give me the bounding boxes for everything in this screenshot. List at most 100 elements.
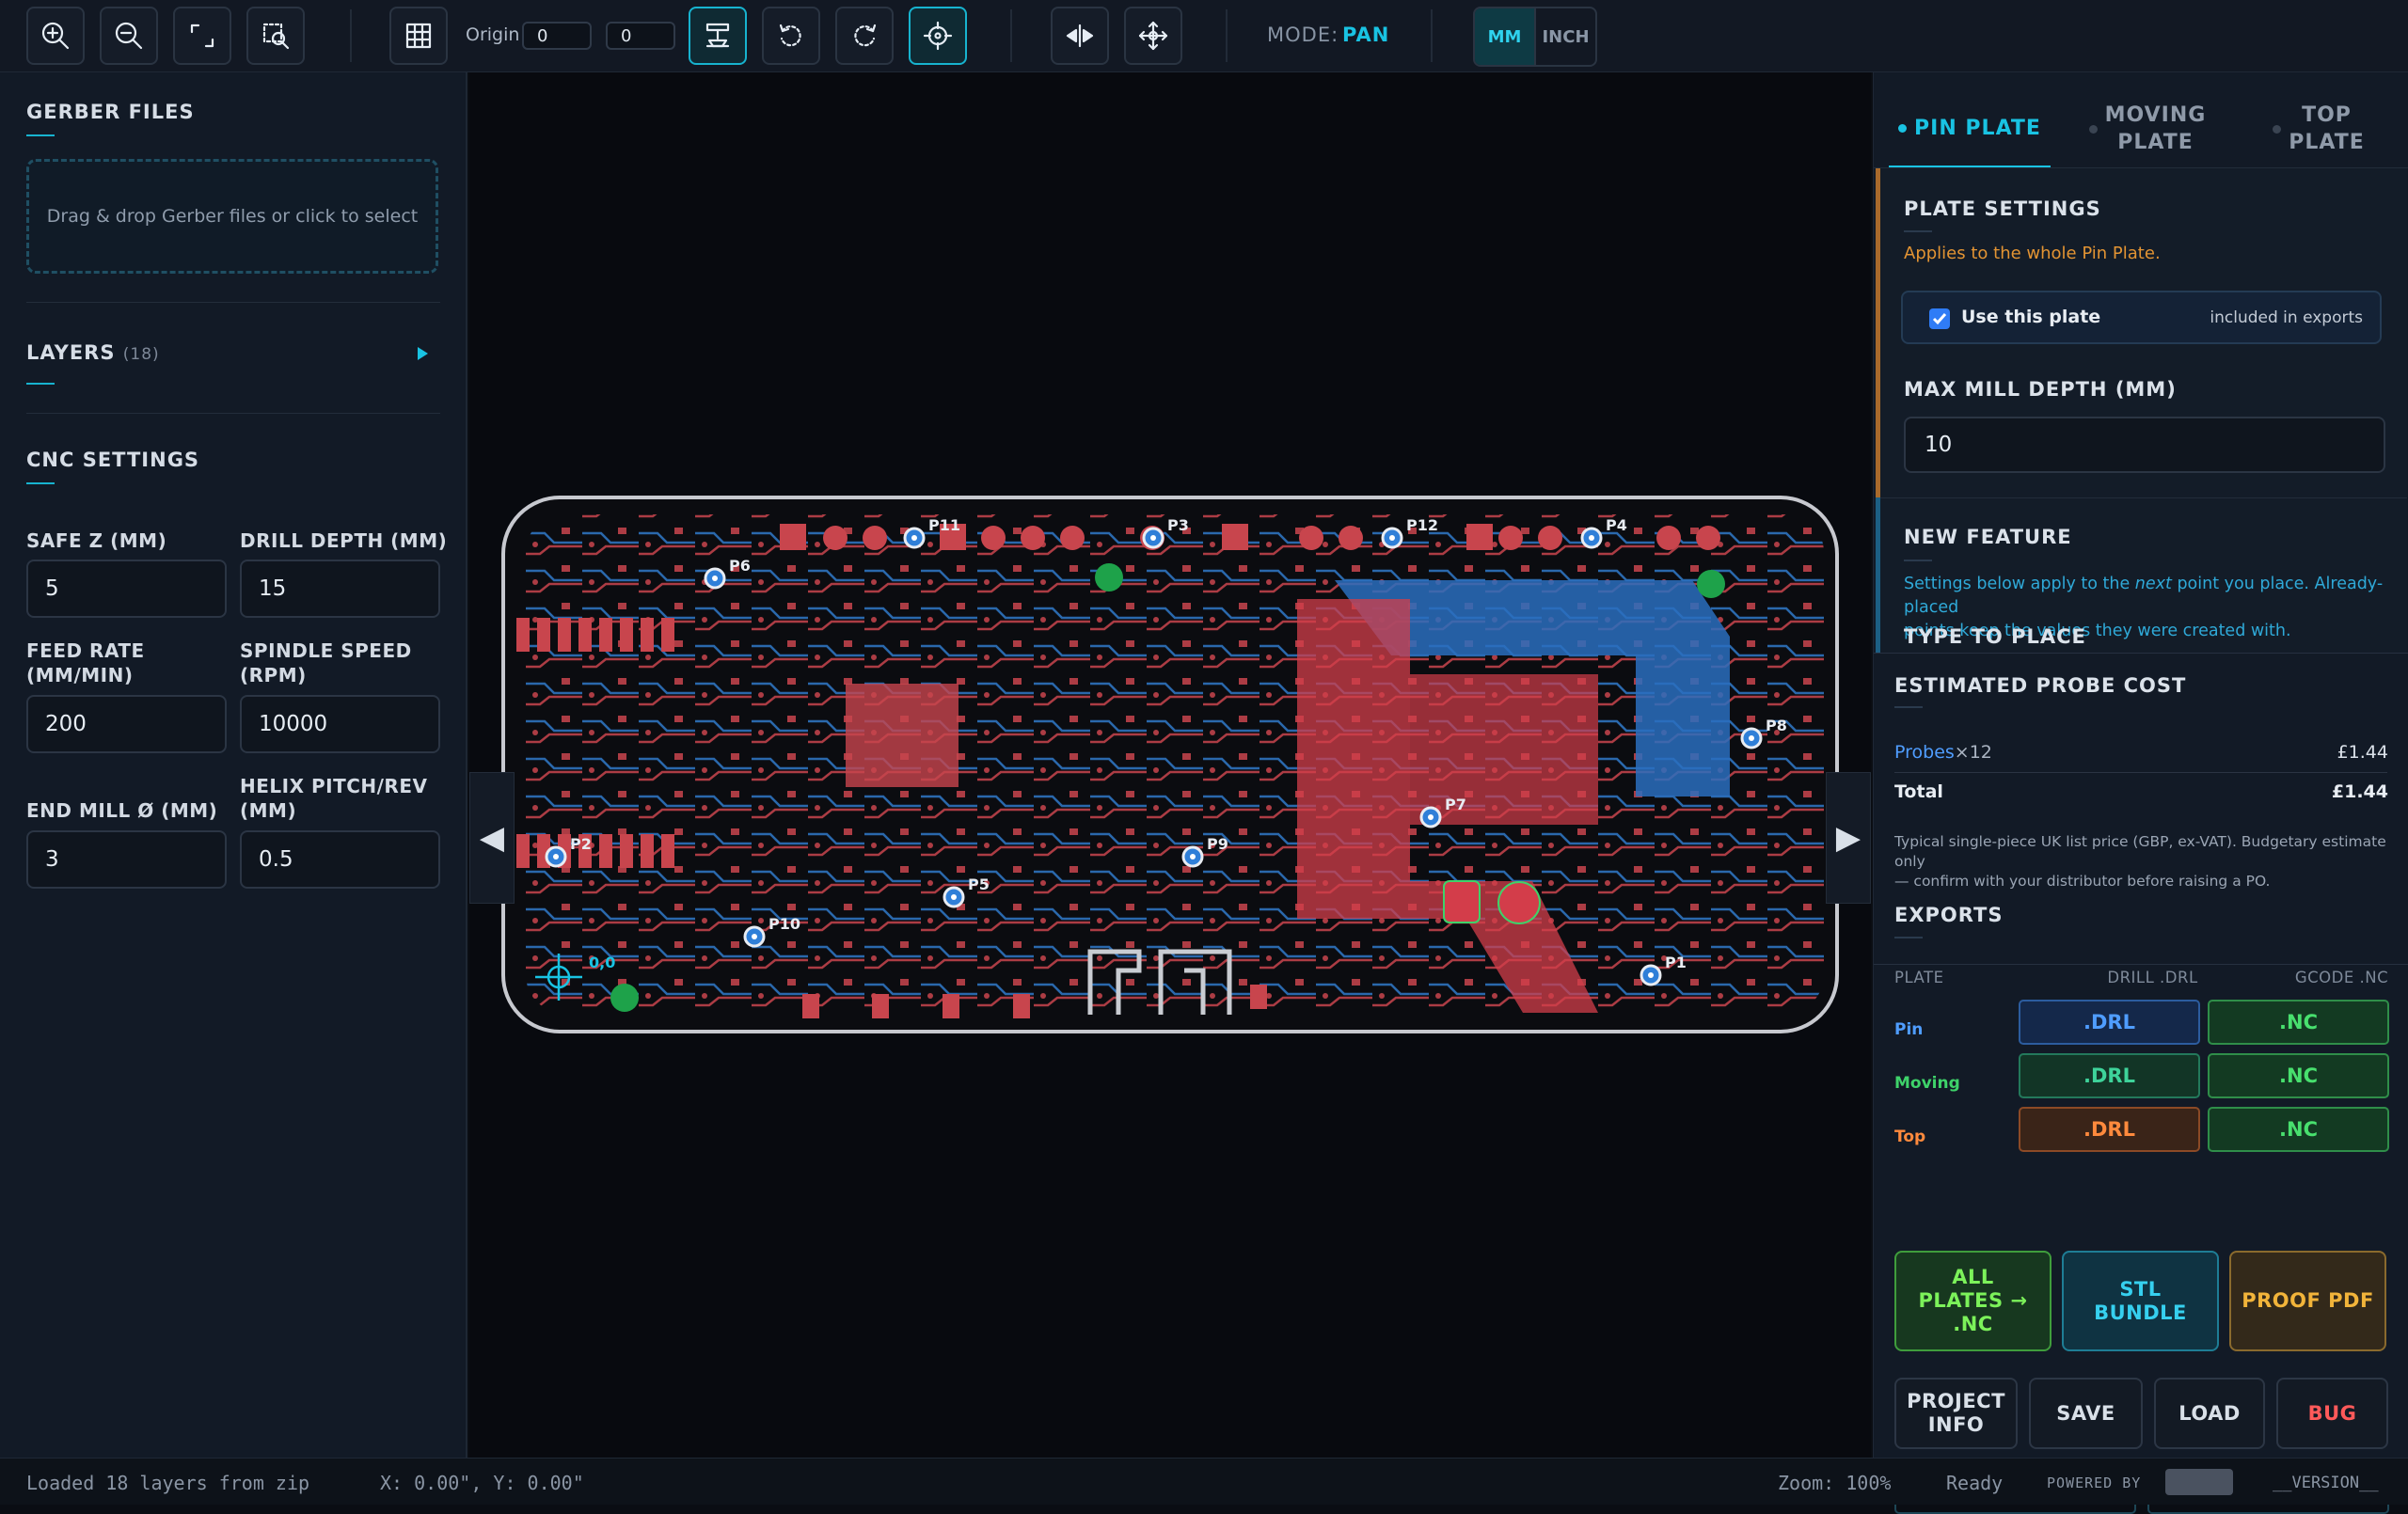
probe-label: P12: [1406, 516, 1438, 534]
probes-qty: ×12: [1954, 742, 1992, 763]
center-board-button[interactable]: [1124, 7, 1182, 65]
tab-moving-plate[interactable]: MOVING PLATE: [2077, 91, 2218, 166]
top-drl-button[interactable]: .DRL: [2019, 1107, 2200, 1152]
moving-drl-button[interactable]: .DRL: [2019, 1053, 2200, 1098]
save-button[interactable]: SAVE: [2029, 1378, 2143, 1449]
probe-label: P11: [928, 516, 960, 534]
project-info-button[interactable]: PROJECT INFO: [1894, 1378, 2018, 1449]
probe-marker-center: [1648, 972, 1654, 978]
zoom-area-button[interactable]: [246, 7, 305, 65]
proof-pdf-button[interactable]: PROOF PDF: [2229, 1251, 2386, 1351]
probe-label: P9: [1207, 835, 1228, 853]
plate-settings-title: PLATE SETTINGS: [1904, 197, 2101, 220]
probe-cost-title: ESTIMATED PROBE COST: [1894, 674, 2187, 697]
probe-marker-center: [712, 576, 718, 581]
stl-line2: BUNDLE: [2094, 1301, 2187, 1324]
status-message: Loaded 18 layers from zip: [26, 1472, 310, 1494]
load-button[interactable]: LOAD: [2154, 1378, 2265, 1449]
feed-rate-input[interactable]: 200: [26, 695, 227, 753]
stl-line1: STL: [2119, 1277, 2162, 1301]
board-canvas[interactable]: 0,0 P1 P2 P3 P4 P5 P6 P7 P8 P9 P10 P11 P12 ◀ ▶: [469, 72, 1871, 1458]
max-mill-depth-input[interactable]: 10: [1904, 417, 2385, 473]
tab-top-plate[interactable]: TOP PLATE: [2248, 91, 2389, 166]
nf-emphasis: next: [2134, 575, 2172, 593]
chevron-right-icon: ▶: [1835, 819, 1861, 857]
new-feature-title: NEW FEATURE: [1904, 526, 2072, 548]
origin-x-input[interactable]: [522, 22, 592, 50]
probe-marker-center: [911, 535, 917, 541]
toolbar: Origin MODE: PAN MM INCH: [0, 0, 2408, 72]
right-panel: PIN PLATE MOVING PLATE TOP PLATE PLATE SET…: [1873, 72, 2408, 1514]
probe-label: P3: [1167, 516, 1189, 534]
tab-top-line2: PLATE: [2289, 131, 2365, 154]
helix-pitch-label: HELIX PITCH/REV (MM): [240, 774, 427, 823]
total-price: £1.44: [2331, 781, 2388, 802]
pin-drl-button[interactable]: .DRL: [2019, 1000, 2200, 1045]
pin-nc-button[interactable]: .NC: [2208, 1000, 2389, 1045]
feed-rate-label-line2: (MM/MIN): [26, 664, 134, 686]
col-drill-header: DRILL .DRL: [2107, 969, 2198, 986]
fit-view-button[interactable]: [173, 7, 231, 65]
type-to-place-label: TYPE TO PLACE: [1904, 625, 2086, 648]
left-panel: GERBER FILES Drag & drop Gerber files or…: [0, 72, 467, 1458]
all-plates-nc-button[interactable]: ALL PLATES → .NC: [1894, 1251, 2052, 1351]
checkbox-checked-icon[interactable]: [1929, 308, 1950, 329]
set-origin-button[interactable]: [909, 7, 967, 65]
drill-depth-input[interactable]: 15: [240, 560, 440, 618]
bug-report-button[interactable]: BUG: [2276, 1378, 2388, 1449]
row-top-label: Top: [1894, 1128, 1926, 1146]
grid-toggle-button[interactable]: [389, 7, 448, 65]
spindle-speed-label-line2: (RPM): [240, 664, 307, 686]
probe-label: P10: [768, 915, 800, 933]
zoom-in-button[interactable]: [26, 7, 85, 65]
probe-marker-center: [752, 934, 757, 939]
layers-title[interactable]: LAYERS (18): [26, 341, 160, 364]
helix-pitch-label-line1: HELIX PITCH/REV: [240, 775, 428, 797]
tab-moving-plate-label: MOVING PLATE: [2105, 102, 2207, 156]
safe-z-input[interactable]: 5: [26, 560, 227, 618]
tab-top-line1: TOP: [2302, 103, 2352, 127]
flip-horizontal-button[interactable]: [1051, 7, 1109, 65]
status-bar: Loaded 18 layers from zip X: 0.00", Y: 0…: [0, 1458, 2408, 1505]
unit-inch-button[interactable]: INCH: [1534, 8, 1595, 65]
rotate-cw-button[interactable]: [835, 7, 894, 65]
origin-y-input[interactable]: [606, 22, 675, 50]
plate-settings-note: Applies to the whole Pin Plate.: [1904, 244, 2161, 263]
probe-marker-center: [1749, 735, 1754, 741]
spindle-speed-input[interactable]: 10000: [240, 695, 440, 753]
flip-horizontal-icon: [1066, 24, 1094, 48]
helix-pitch-input[interactable]: 0.5: [240, 830, 440, 889]
gerber-dropzone[interactable]: Drag & drop Gerber files or click to sel…: [26, 159, 438, 274]
probe-label: P1: [1665, 954, 1687, 971]
tab-top-plate-label: TOP PLATE: [2289, 102, 2365, 156]
unit-mm-button[interactable]: MM: [1475, 8, 1534, 65]
gerber-files-title: GERBER FILES: [26, 101, 195, 123]
moving-nc-button[interactable]: .NC: [2208, 1053, 2389, 1098]
stl-bundle-button[interactable]: STL BUNDLE: [2062, 1251, 2219, 1351]
zoom-out-button[interactable]: [100, 7, 158, 65]
end-mill-input[interactable]: 3: [26, 830, 227, 889]
tab-pin-plate[interactable]: PIN PLATE: [1889, 91, 2051, 169]
cursor-coordinates: X: 0.00", Y: 0.00": [380, 1472, 584, 1494]
top-nc-button[interactable]: .NC: [2208, 1107, 2389, 1152]
probe-marker-center: [1589, 535, 1594, 541]
project-line2: INFO: [1927, 1413, 1985, 1436]
probe-marker-center: [1150, 535, 1156, 541]
mode-value: PAN: [1342, 24, 1390, 46]
layers-expand-icon[interactable]: [418, 347, 428, 360]
spindle-speed-label-line1: SPINDLE SPEED: [240, 639, 412, 662]
version-label: __VERSION__: [2273, 1474, 2379, 1492]
rotate-ccw-button[interactable]: [762, 7, 820, 65]
use-plate-toggle[interactable]: Use this plate included in exports: [1901, 291, 2382, 344]
probe-label: P8: [1766, 717, 1787, 734]
prev-view-button[interactable]: ◀: [469, 772, 515, 904]
layers-title-label: LAYERS: [26, 341, 116, 364]
probe-marker-center: [1428, 814, 1434, 820]
total-label: Total: [1894, 781, 1943, 802]
place-probe-button[interactable]: [689, 7, 747, 65]
probe-label: P5: [968, 875, 990, 893]
next-view-button[interactable]: ▶: [1826, 772, 1871, 904]
tab-pin-plate-label: PIN PLATE: [1914, 117, 2041, 140]
end-mill-label: END MILL Ø (MM): [26, 799, 218, 822]
row-moving-label: Moving: [1894, 1074, 1960, 1093]
